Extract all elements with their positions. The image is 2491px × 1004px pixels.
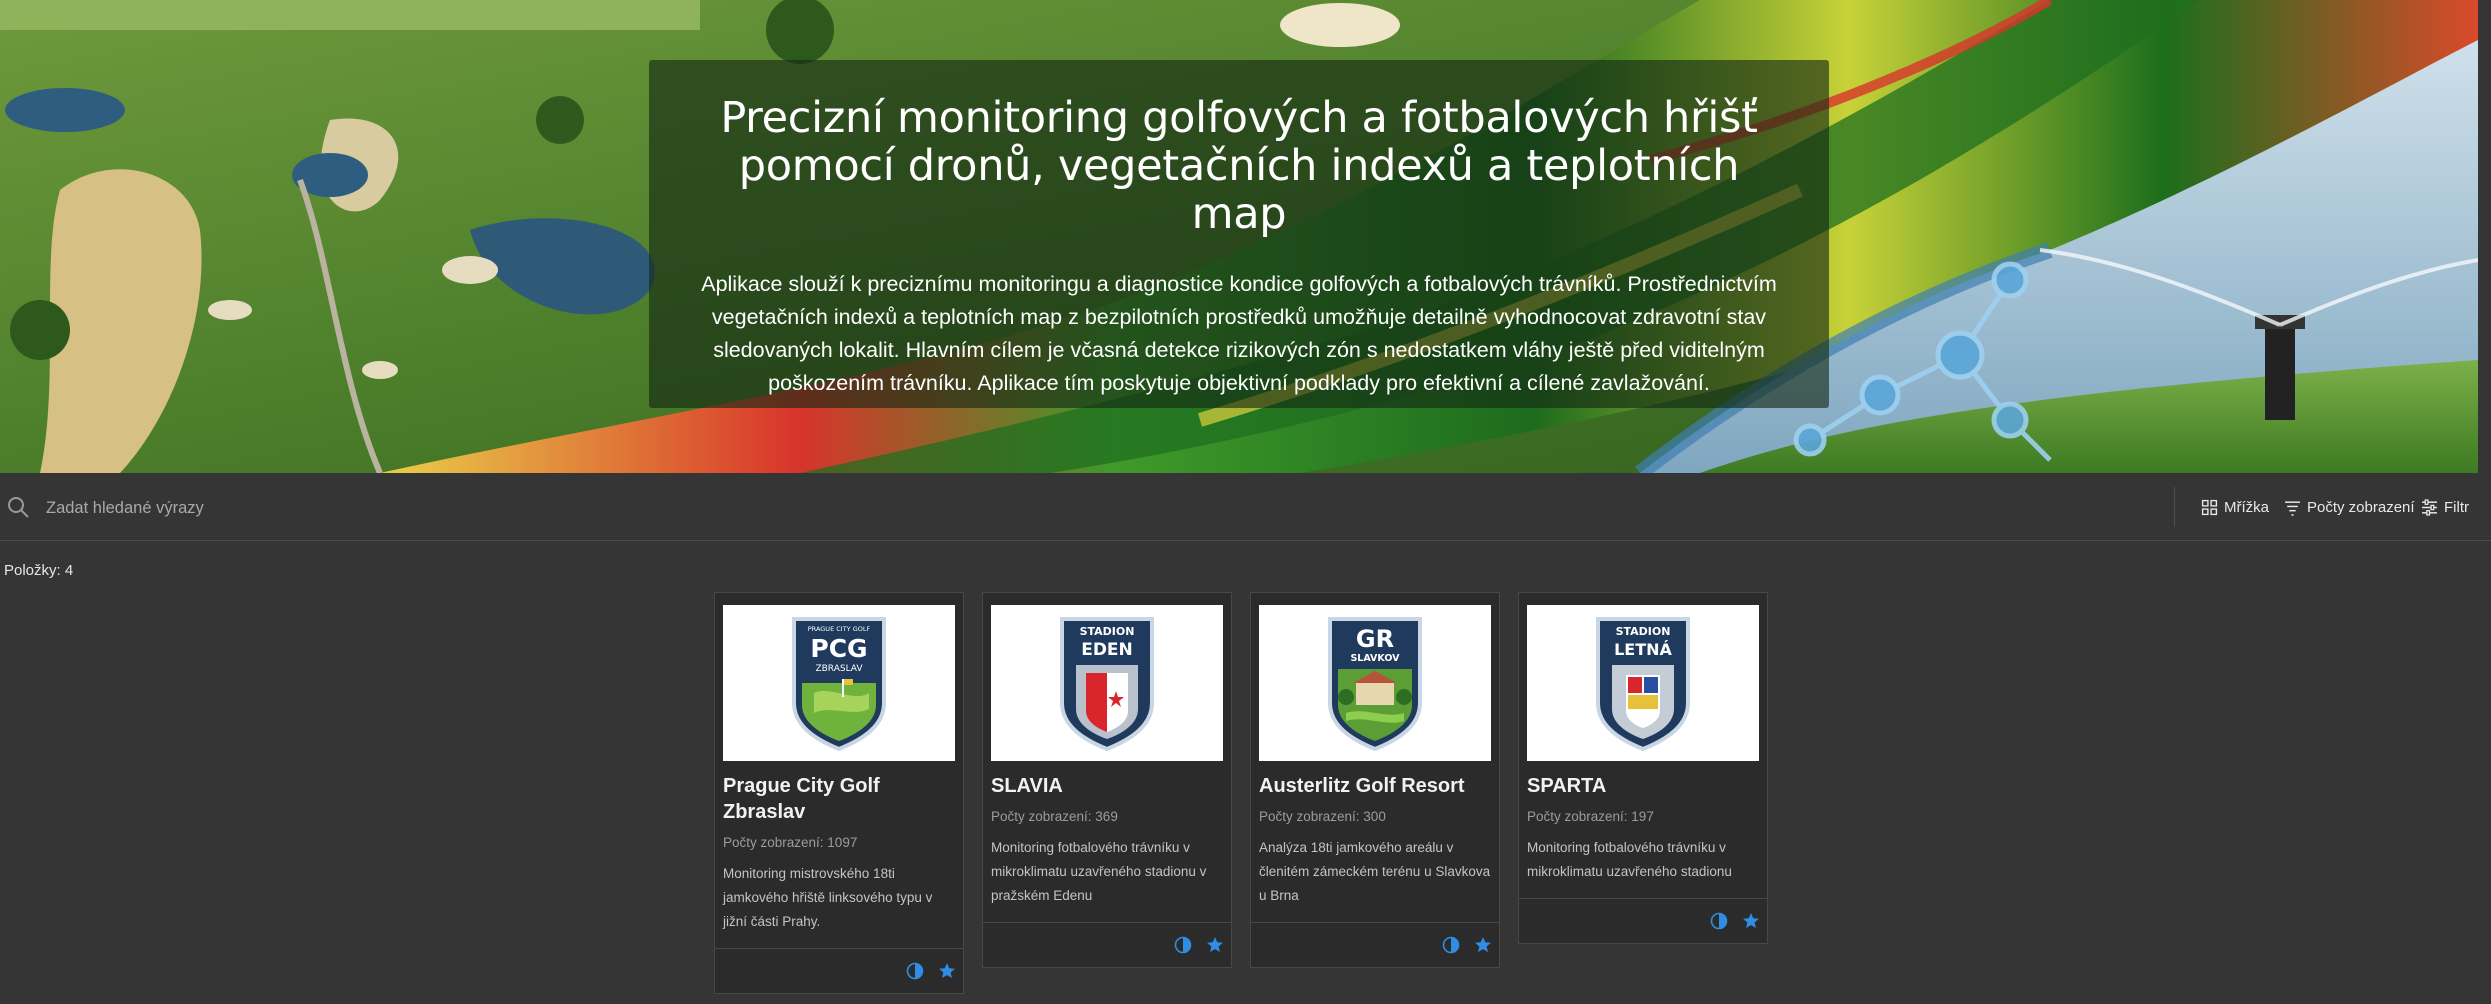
search-input[interactable] [44,487,1248,529]
hero-banner: Precizní monitoring golfových a fotbalov… [0,0,2478,473]
items-count: Položky: 4 [4,562,74,579]
item-thumbnail[interactable]: GR SLAVKOV [1259,605,1491,761]
slavia-eden-logo: STADION EDEN [1060,617,1154,752]
item-description: Monitoring mistrovského 18ti jamkového h… [723,866,933,929]
pcg-logo: PRAGUE CITY GOLF PCG ZBRASLAV [792,617,886,752]
item-title[interactable]: SPARTA [1527,773,1759,799]
item-thumbnail[interactable]: PRAGUE CITY GOLF PCG ZBRASLAV [723,605,955,761]
svg-text:PCG: PCG [810,634,867,663]
grid-icon [2201,499,2218,515]
toolbar-divider [2174,487,2175,527]
grid-view-label: Mřížka [2224,498,2269,516]
favorite-star-icon[interactable] [1206,936,1224,954]
svg-text:SLAVKOV: SLAVKOV [1350,653,1400,664]
grid-view-button[interactable]: Mřížka [2201,493,2269,521]
item-title[interactable]: Austerlitz Golf Resort [1259,773,1491,799]
item-card[interactable]: GR SLAVKOV Austerlitz Golf Resort Počty … [1250,592,1500,968]
hero-description: Aplikace slouží k preciznímu monitoringu… [701,272,1777,395]
web-app-icon [1174,936,1192,954]
web-app-icon [1442,936,1460,954]
hero-text-panel: Precizní monitoring golfových a fotbalov… [649,60,1829,408]
svg-text:ZBRASLAV: ZBRASLAV [815,664,863,674]
item-card[interactable]: STADION EDEN SLAVIA Počty zobrazení: 369… [982,592,1232,968]
filter-icon [2422,498,2437,516]
item-description: Analýza 18ti jamkového areálu v členitém… [1259,840,1491,903]
search-toolbar: Mřížka Počty zobrazení Filtr [0,473,2491,541]
gr-slavkov-logo: GR SLAVKOV [1328,617,1422,752]
sort-views-label: Počty zobrazení [2307,498,2415,516]
item-card-footer [1251,922,1499,967]
filter-button[interactable]: Filtr [2421,493,2469,521]
favorite-star-icon[interactable] [938,962,956,980]
hero-title: Precizní monitoring golfových a fotbalov… [720,93,1758,239]
svg-text:GR: GR [1356,625,1394,653]
web-app-icon [906,962,924,980]
item-title[interactable]: SLAVIA [991,773,1223,799]
search-icon [8,497,29,518]
item-thumbnail[interactable]: STADION EDEN [991,605,1223,761]
sparta-letna-logo: STADION LETNÁ [1596,617,1690,752]
item-card[interactable]: PRAGUE CITY GOLF PCG ZBRASLAV Prague Cit… [714,592,964,994]
item-view-count: Počty zobrazení: 300 [1259,809,1386,824]
sort-icon [2285,500,2300,516]
item-card-footer [715,948,963,993]
item-card[interactable]: STADION LETNÁ SPARTA Počty zobrazení: 19… [1518,592,1768,944]
svg-text:STADION: STADION [1616,625,1671,638]
favorite-star-icon[interactable] [1474,936,1492,954]
svg-text:LETNÁ: LETNÁ [1614,640,1672,659]
svg-text:PRAGUE CITY GOLF: PRAGUE CITY GOLF [808,625,871,633]
filter-label: Filtr [2444,498,2469,516]
item-title[interactable]: Prague City Golf Zbraslav [723,773,955,825]
item-card-footer [1519,898,1767,943]
web-app-icon [1710,912,1728,930]
item-view-count: Počty zobrazení: 197 [1527,809,1654,824]
item-description: Monitoring fotbalového trávníku v mikrok… [991,840,1207,903]
svg-text:EDEN: EDEN [1081,640,1133,660]
item-card-footer [983,922,1231,967]
item-thumbnail[interactable]: STADION LETNÁ [1527,605,1759,761]
item-view-count: Počty zobrazení: 369 [991,809,1118,824]
item-description: Monitoring fotbalového trávníku v mikrok… [1527,840,1732,879]
item-view-count: Počty zobrazení: 1097 [723,835,858,850]
favorite-star-icon[interactable] [1742,912,1760,930]
sort-views-button[interactable]: Počty zobrazení [2284,493,2415,521]
svg-text:STADION: STADION [1080,625,1135,638]
